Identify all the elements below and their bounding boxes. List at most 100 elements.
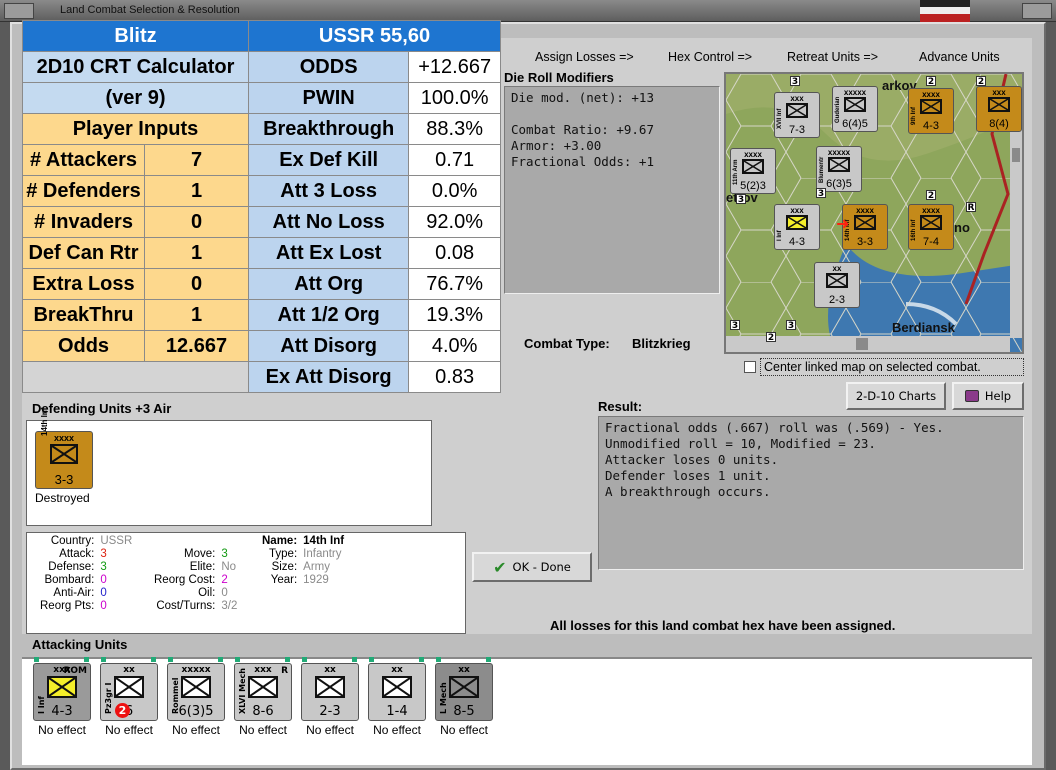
map-unit-counter[interactable]: xxx I Inf 4-3 xyxy=(774,204,820,250)
map-unit-value: 8(4) xyxy=(989,118,1009,130)
map-unit-counter[interactable]: xxxx 11th Arm 5(2)3 xyxy=(730,148,776,194)
attacking-unit-counter: xxPz3gr I62 xyxy=(100,663,158,721)
result-line: Unmodified roll = 10, Modified = 23. xyxy=(605,436,876,451)
defending-unit-value: 3-3 xyxy=(54,472,74,487)
title-bar: Land Combat Selection & Resolution xyxy=(0,0,1056,22)
calc-stat-value: 76.7% xyxy=(408,268,501,300)
attacking-unit-effect: No effect xyxy=(105,723,153,737)
calc-player-inputs: Player Inputs xyxy=(22,113,249,145)
map-unit-counter[interactable]: xxxxx Blumentr 6(3)5 xyxy=(816,146,862,192)
calc-row: Def Can Rtr 1 Att Ex Lost 0.08 xyxy=(22,237,501,269)
charts-button[interactable]: 2-D-10 Charts xyxy=(846,382,946,410)
map-stack-count: 3 xyxy=(790,76,800,87)
cost-turns-value: 3/2 xyxy=(221,600,238,612)
attacking-unit-value: 8-5 xyxy=(453,704,475,719)
name-value: 14th Inf xyxy=(303,535,345,547)
attacking-unit[interactable]: xx L Mech 8-5 No effect xyxy=(434,657,494,737)
defending-list: xxxx 14th Inf 3-3 Destroyed xyxy=(26,408,432,526)
calc-row: # Defenders 1 Att 3 Loss 0.0% xyxy=(22,175,501,207)
country-value: USSR xyxy=(100,535,133,547)
calc-stat-label: Att No Loss xyxy=(247,206,410,238)
calc-stat-value: 88.3% xyxy=(408,113,501,145)
window-title: Land Combat Selection & Resolution xyxy=(60,4,240,16)
map-unit-counter[interactable]: xxx XVII Inf 7-3 xyxy=(774,92,820,138)
attacking-unit[interactable]: xxx XLVI Mech R 8-6 No effect xyxy=(233,657,293,737)
map-unit-counter[interactable]: xxxxx Guderian 6(4)5 xyxy=(832,86,878,132)
tab-assign-losses[interactable]: Assign Losses => xyxy=(535,50,634,64)
map-unit-size: xxxxx xyxy=(843,88,867,97)
reorg-cost-key: Reorg Cost: xyxy=(154,574,216,586)
calc-input-value: 1 xyxy=(144,237,249,269)
modifier-line: Armor: +3.00 xyxy=(511,138,602,153)
calc-input-value: 0 xyxy=(144,206,249,238)
calc-title: Blitz xyxy=(22,20,249,52)
attacking-unit-tag: R xyxy=(281,666,288,676)
map-unit-size: xxxx xyxy=(744,150,762,159)
reorg-badge: 2 xyxy=(115,703,130,718)
modifier-line: Die mod. (net): +13 xyxy=(511,90,654,105)
modifier-line: Combat Ratio: +9.67 xyxy=(511,122,654,137)
help-book-icon xyxy=(964,390,979,402)
calc-stat-value: 0.71 xyxy=(408,144,501,176)
attack-key: Attack: xyxy=(59,548,95,560)
elite-value: No xyxy=(221,561,237,573)
calc-stat-value: 0.08 xyxy=(408,237,501,269)
attacking-unit[interactable]: xxPz3gr I62 No effect xyxy=(99,657,159,737)
map-label-berdiansk: Berdiansk xyxy=(892,320,955,335)
attacking-unit-effect: No effect xyxy=(440,723,488,737)
map-label-city2: no xyxy=(954,220,970,235)
map-stack-count: 2 xyxy=(926,76,936,87)
unit-symbol-icon xyxy=(315,676,345,698)
unit-symbol-icon xyxy=(920,215,942,230)
calc-input-value: 0 xyxy=(144,268,249,300)
attacking-unit-counter: xx 1-4 xyxy=(368,663,426,721)
attacking-unit-value: 1-4 xyxy=(386,704,408,719)
attack-arrow-icon: ➜ xyxy=(836,214,850,233)
attacking-unit-size: xx xyxy=(324,665,336,675)
oil-key: Oil: xyxy=(198,587,216,599)
charts-button-label: 2-D-10 Charts xyxy=(855,389,937,403)
unit-info-col3: Name: 14th Inf Type: Infantry Size: Army Ye… xyxy=(259,535,347,587)
tab-retreat-units[interactable]: Retreat Units => xyxy=(787,50,878,64)
close-button[interactable] xyxy=(1022,3,1052,19)
antiair-value: 0 xyxy=(100,587,107,599)
calc-stat-label: Breakthrough xyxy=(247,113,410,145)
map-unit-size: xxx xyxy=(790,206,804,215)
map-unit-size: xxx xyxy=(790,94,804,103)
ok-done-button[interactable]: ✔ OK - Done xyxy=(472,552,592,582)
attacking-title: Attacking Units xyxy=(32,637,128,652)
tab-advance-units[interactable]: Advance Units xyxy=(919,50,1000,64)
map-unit-counter[interactable]: xxx 8(4) xyxy=(976,86,1022,132)
calc-input-label: # Attackers xyxy=(22,144,145,176)
map-stack-count: 2 xyxy=(766,332,776,343)
center-linked-label[interactable]: Center linked map on selected combat. xyxy=(760,358,1024,376)
size-key: Size: xyxy=(271,561,298,573)
help-button[interactable]: Help xyxy=(952,382,1024,410)
calc-row: BreakThru 1 Att 1/2 Org 19.3% xyxy=(22,299,501,331)
calc-input-value: 12.667 xyxy=(144,330,249,362)
map-unit-counter[interactable]: xx 2-3 xyxy=(814,262,860,308)
center-linked-checkbox[interactable] xyxy=(744,361,756,373)
calc-stat-label: PWIN xyxy=(247,82,410,114)
attacking-unit[interactable]: xxxxx Rommel 6(3)5 No effect xyxy=(166,657,226,737)
defending-unit[interactable]: xxxx 14th Inf 3-3 Destroyed xyxy=(35,408,95,505)
modifier-line: Fractional Odds: +1 xyxy=(511,154,654,169)
map-unit-value: 7-3 xyxy=(789,124,805,136)
attacking-unit-effect: No effect xyxy=(239,723,287,737)
calc-side: USSR 55,60 xyxy=(248,20,501,52)
tab-hex-control[interactable]: Hex Control => xyxy=(668,50,752,64)
calc-empty xyxy=(22,361,249,393)
map-unit-counter[interactable]: xxxx 16th Inf 7-4 xyxy=(908,204,954,250)
unit-symbol-icon xyxy=(786,103,808,118)
attacking-unit[interactable]: xxx I Inf ROM 4-3 No effect xyxy=(32,657,92,737)
system-menu-button[interactable] xyxy=(4,3,34,19)
attacking-unit-counter: xx L Mech 8-5 xyxy=(435,663,493,721)
attacking-unit[interactable]: xx 2-3 No effect xyxy=(300,657,360,737)
unit-info-col2: Move: 3 Elite: No Reorg Cost: 2 Oil: 0 Cost/… xyxy=(151,548,240,613)
mini-map[interactable]: etrov no Berdiansk arkov xxxXVII Inf7-3x… xyxy=(726,74,1022,352)
map-unit-counter[interactable]: xxxx 9th Inf 4-3 xyxy=(908,88,954,134)
attacking-unit-effect: No effect xyxy=(38,723,86,737)
attacking-unit[interactable]: xx 1-4 No effect xyxy=(367,657,427,737)
reorg-pts-value: 0 xyxy=(100,600,107,612)
calc-input-label: BreakThru xyxy=(22,299,145,331)
